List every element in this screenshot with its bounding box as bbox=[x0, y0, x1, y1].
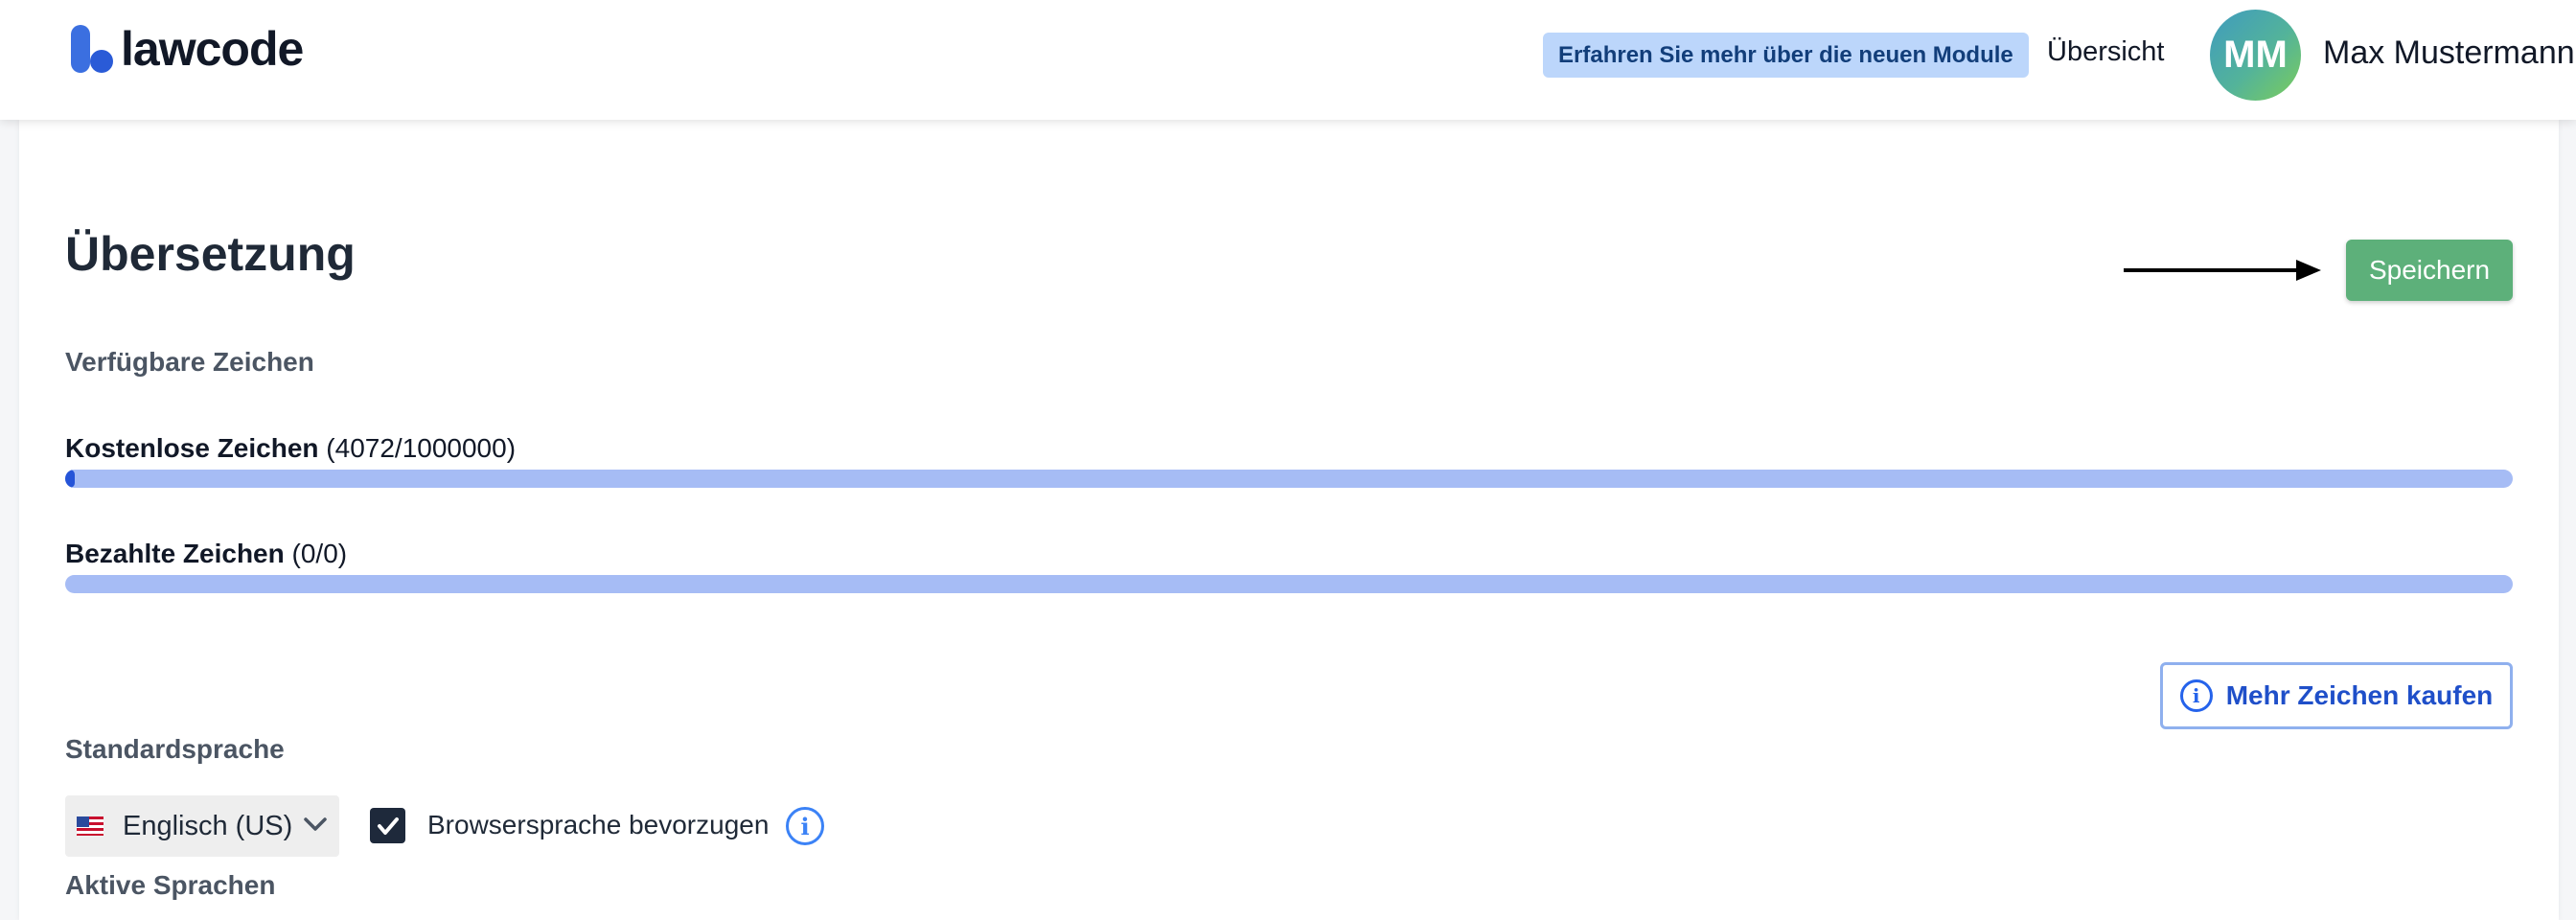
save-button[interactable]: Speichern bbox=[2346, 240, 2513, 301]
buy-more-chars-button[interactable]: i Mehr Zeichen kaufen bbox=[2160, 662, 2513, 729]
free-chars-progress bbox=[65, 470, 2513, 488]
user-name[interactable]: Max Mustermann bbox=[2323, 34, 2575, 72]
paid-chars-count: (0/0) bbox=[291, 539, 348, 568]
paid-chars-progress bbox=[65, 575, 2513, 593]
lawcode-logo-icon bbox=[71, 25, 117, 73]
logo-text: lawcode bbox=[121, 22, 304, 76]
free-chars-label: Kostenlose Zeichen (4072/1000000) bbox=[65, 433, 516, 464]
default-language-select[interactable]: Englisch (US) bbox=[65, 795, 339, 857]
chevron-down-icon bbox=[304, 817, 327, 831]
arrow-right-icon bbox=[2124, 260, 2321, 281]
free-chars-count: (4072/1000000) bbox=[326, 433, 517, 463]
selected-language: Englisch (US) bbox=[123, 810, 293, 841]
default-language-label: Standardsprache bbox=[65, 734, 285, 764]
prefer-browser-language-label[interactable]: Browsersprache bevorzugen bbox=[427, 810, 769, 840]
info-icon[interactable]: i bbox=[786, 807, 824, 845]
free-chars-title: Kostenlose Zeichen bbox=[65, 433, 319, 463]
page-title: Übersetzung bbox=[65, 227, 356, 281]
info-icon: i bbox=[2179, 679, 2213, 712]
buy-more-chars-label: Mehr Zeichen kaufen bbox=[2225, 680, 2494, 710]
top-header: lawcode Erfahren Sie mehr über die neuen… bbox=[0, 0, 2576, 120]
paid-chars-title: Bezahlte Zeichen bbox=[65, 539, 285, 568]
promo-link[interactable]: Erfahren Sie mehr über die neuen Module bbox=[1543, 33, 2029, 78]
avatar[interactable]: MM bbox=[2210, 10, 2301, 101]
checkmark-icon bbox=[377, 816, 399, 835]
content-card bbox=[19, 120, 2559, 920]
active-languages-label: Aktive Sprachen bbox=[65, 870, 276, 900]
logo[interactable]: lawcode bbox=[71, 22, 304, 76]
nav-overview-link[interactable]: Übersicht bbox=[2047, 36, 2165, 68]
prefer-browser-language-checkbox[interactable] bbox=[370, 808, 405, 843]
us-flag-icon bbox=[77, 816, 104, 836]
available-chars-label: Verfügbare Zeichen bbox=[65, 347, 314, 377]
paid-chars-label: Bezahlte Zeichen (0/0) bbox=[65, 539, 347, 569]
